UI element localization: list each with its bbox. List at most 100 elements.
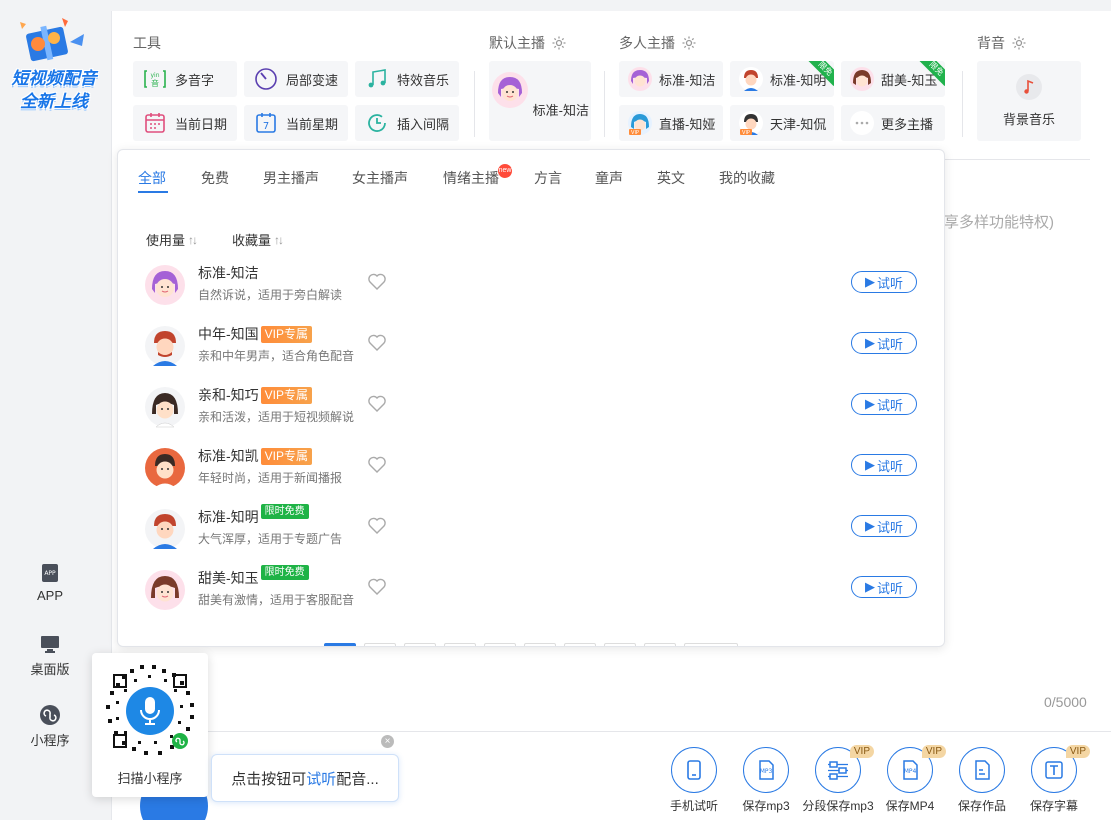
vip-tag: VIP [849, 745, 874, 758]
clock-interval-icon [368, 114, 386, 132]
background-music-label: 背景音乐 [1002, 112, 1055, 127]
sidebar-item-mini-program[interactable]: 小程序 [0, 704, 100, 749]
page-button[interactable] [444, 643, 476, 646]
heart-icon[interactable] [366, 331, 388, 353]
play-icon: ▶ [864, 335, 875, 350]
listen-button[interactable]: ▶ 试听 [851, 271, 917, 293]
listen-button[interactable]: ▶ 试听 [851, 393, 917, 415]
tab-free[interactable]: 免费 [201, 168, 229, 188]
calendar-icon [145, 113, 165, 133]
page-button[interactable] [604, 643, 636, 646]
sidebar-item-app[interactable]: APP APP [0, 562, 100, 603]
voice-row[interactable]: 甜美-知玉 限时免费 甜美有激情，适用于客服配音 ▶ 试听 [144, 564, 924, 615]
multi-anchor-zhijie[interactable]: 标准-知洁 [619, 61, 723, 97]
avatar-male-icon [145, 509, 185, 549]
vip-badge: VIP专属 [260, 386, 313, 404]
play-icon: ▶ [864, 274, 875, 289]
save-mp4-button[interactable]: MP4 保存MP4 VIP [874, 745, 946, 814]
multi-anchor-label: 甜美-知玉 [881, 72, 938, 88]
page-button[interactable] [404, 643, 436, 646]
gear-icon[interactable] [1011, 35, 1027, 51]
voice-desc: 年轻时尚，适用于新闻播报 [198, 471, 343, 485]
gear-icon[interactable] [681, 35, 697, 51]
page-button[interactable] [524, 643, 556, 646]
local-speed-button[interactable]: 局部变速 [244, 61, 348, 97]
tab-english[interactable]: 英文 [657, 168, 685, 188]
multi-anchor-zhikan[interactable]: VIP 天津-知侃 [730, 105, 834, 141]
document-icon [975, 760, 990, 780]
multi-anchor-label: 标准-知明 [770, 72, 827, 88]
voice-row[interactable]: 中年-知国 VIP专属 亲和中年男声，适合角色配音 ▶ 试听 [144, 321, 924, 371]
voice-row[interactable]: 标准-知明 限时免费 大气浑厚，适用于专题广告 ▶ 试听 [144, 503, 924, 554]
voice-name-wrap: 亲和-知巧 VIP专属 [198, 385, 313, 405]
voice-row[interactable]: 标准-知凯 VIP专属 年轻时尚，适用于新闻播报 ▶ 试听 [144, 443, 924, 493]
play-icon: ▶ [864, 457, 875, 472]
polyphone-button[interactable]: yin 音 多音字 [133, 61, 237, 97]
tool-label: 插入间隔 [397, 116, 450, 132]
music-note-icon [1016, 74, 1042, 100]
listen-button[interactable]: ▶ 试听 [851, 515, 917, 537]
page-button[interactable] [364, 643, 396, 646]
heart-icon[interactable] [366, 575, 388, 597]
page-button[interactable] [564, 643, 596, 646]
tab-all[interactable]: 全部 [138, 168, 166, 188]
tab-child[interactable]: 童声 [595, 168, 623, 188]
sort-by-usage[interactable]: 使用量 ↑↓ [146, 230, 198, 249]
speed-dial-icon [255, 68, 277, 90]
tip-text: 点击按钮可 [231, 770, 307, 788]
voice-row[interactable]: 亲和-知巧 VIP专属 亲和活泼，适用于短视频解说 ▶ 试听 [144, 382, 924, 432]
divider [112, 731, 1111, 732]
segment-save-mp3-button[interactable]: 分段保存mp3 VIP [802, 745, 874, 814]
listen-button[interactable]: ▶ 试听 [851, 576, 917, 598]
sidebar-item-label: APP [36, 588, 63, 603]
phone-listen-button[interactable]: 手机试听 [658, 747, 730, 814]
listen-button[interactable]: ▶ 试听 [851, 454, 917, 476]
tab-female[interactable]: 女主播声 [352, 168, 408, 188]
char-counter: 0/5000 [1044, 694, 1087, 710]
gear-icon[interactable] [551, 35, 567, 51]
save-subtitle-button[interactable]: 保存字幕 VIP [1018, 745, 1090, 814]
heart-icon[interactable] [366, 392, 388, 414]
current-date-button[interactable]: 当前日期 [133, 105, 237, 141]
action-label: 保存字幕 [1029, 799, 1078, 813]
default-anchor-card[interactable]: 标准-知洁 [489, 61, 591, 141]
promo-banner[interactable]: 短视频配音 全新上线 [0, 8, 108, 113]
save-mp3-button[interactable]: MP3 保存mp3 [730, 747, 802, 814]
multi-anchor-label: 标准-知洁 [659, 72, 716, 88]
mini-program-qr-popup: 扫描小程序 [92, 653, 208, 797]
page-button-next[interactable] [684, 643, 738, 646]
sort-by-favorites[interactable]: 收藏量 ↑↓ [232, 230, 284, 249]
more-anchors-button[interactable]: 更多主播 [841, 105, 945, 141]
effect-music-button[interactable]: 特效音乐 [355, 61, 459, 97]
close-icon[interactable]: × [381, 735, 394, 748]
tool-label: 多音字 [175, 72, 215, 88]
heart-icon[interactable] [366, 514, 388, 536]
sidebar-item-desktop[interactable]: 桌面版 [0, 633, 100, 678]
free-badge: 限时免费 [260, 564, 309, 580]
multi-anchor-zhiyu[interactable]: 甜美-知玉 限免 [841, 61, 945, 97]
tab-favorites[interactable]: 我的收藏 [719, 168, 775, 188]
insert-interval-button[interactable]: 插入间隔 [355, 105, 459, 141]
voice-row[interactable]: 标准-知洁 自然诉说，适用于旁白解读 ▶ 试听 [144, 260, 924, 310]
tab-dialect[interactable]: 方言 [534, 168, 562, 188]
page-button[interactable] [484, 643, 516, 646]
page-button[interactable] [644, 643, 676, 646]
heart-icon[interactable] [366, 453, 388, 475]
save-work-button[interactable]: 保存作品 [946, 747, 1018, 814]
page-button-active[interactable] [324, 643, 356, 646]
voice-name-wrap: 标准-知凯 VIP专属 [198, 446, 313, 466]
multi-anchor-zhiming[interactable]: 标准-知明 限免 [730, 61, 834, 97]
vip-tag: VIP [921, 745, 946, 758]
current-weekday-button[interactable]: 7 当前星期 [244, 105, 348, 141]
background-music-card[interactable]: 背景音乐 [977, 61, 1081, 141]
tab-emotion[interactable]: 情绪主播 [443, 168, 499, 188]
avatar-female-icon [492, 72, 529, 108]
voice-name: 标准-知明 [198, 509, 259, 525]
listen-button[interactable]: ▶ 试听 [851, 332, 917, 354]
multi-anchor-zhiya[interactable]: VIP 直播-知娅 [619, 105, 723, 141]
tab-male[interactable]: 男主播声 [263, 168, 319, 188]
heart-icon[interactable] [366, 270, 388, 292]
tool-label: 当前日期 [175, 116, 228, 132]
avatar-female-icon [145, 570, 185, 610]
play-icon: ▶ [864, 396, 875, 411]
